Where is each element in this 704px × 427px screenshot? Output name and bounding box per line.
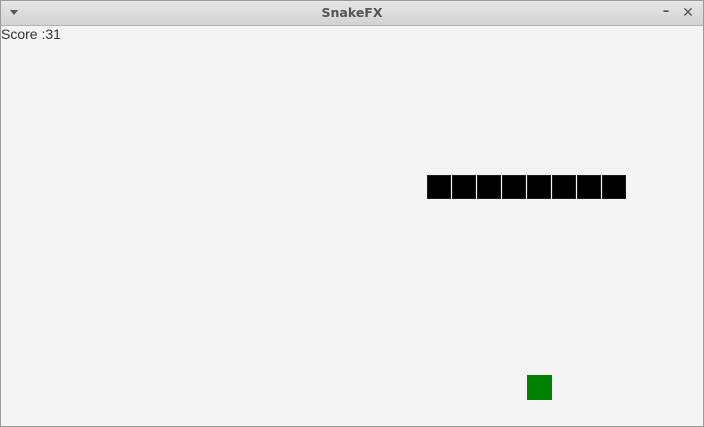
- snake-segment: [577, 175, 601, 199]
- snake-head: [602, 175, 626, 199]
- snake-segment: [477, 175, 501, 199]
- snake-segment: [502, 175, 526, 199]
- title-bar[interactable]: SnakeFX – ✕: [1, 1, 703, 26]
- close-icon[interactable]: ✕: [679, 3, 697, 23]
- food-pellet: [527, 375, 552, 400]
- game-board[interactable]: Score :31: [1, 26, 703, 426]
- snake-segment: [527, 175, 551, 199]
- window-title: SnakeFX: [321, 5, 383, 20]
- snake-segment: [427, 175, 451, 199]
- score-label: Score :31: [1, 26, 61, 42]
- snake-segment: [452, 175, 476, 199]
- snake-segment: [552, 175, 576, 199]
- snakefx-window: SnakeFX – ✕ Score :31: [0, 0, 704, 427]
- minimize-icon[interactable]: –: [657, 3, 675, 23]
